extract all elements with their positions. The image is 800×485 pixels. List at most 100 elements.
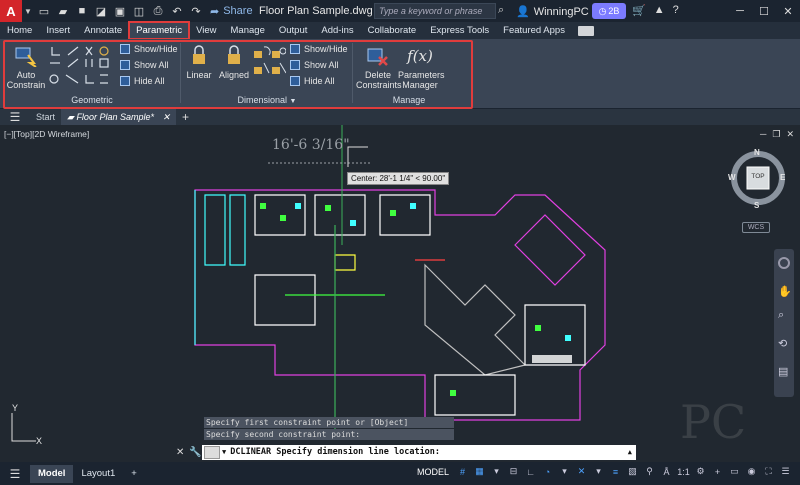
command-text: DCLINEAR Specify dimension line location… bbox=[230, 447, 441, 457]
fullscreen-icon[interactable]: ⛶ bbox=[762, 465, 775, 478]
showmotion-icon[interactable]: ▤ bbox=[778, 365, 788, 378]
tab-parametric[interactable]: Parametric bbox=[128, 21, 191, 40]
polar-icon[interactable]: ◔ bbox=[541, 465, 554, 478]
orbit-icon[interactable]: ⟲ bbox=[778, 337, 787, 350]
navigation-bar[interactable]: ✋ ⌕ ⟲ ▤ bbox=[774, 249, 794, 397]
tab-collaborate[interactable]: Collaborate bbox=[361, 22, 424, 39]
close-icon[interactable]: ✕ bbox=[163, 112, 171, 122]
snap-icon[interactable]: ▦ bbox=[473, 465, 486, 478]
wcs-menu[interactable]: WCS bbox=[742, 222, 770, 233]
command-input[interactable]: ▼ DCLINEAR Specify dimension line locati… bbox=[202, 445, 636, 460]
status-bar: ☰ Model Layout1 + MODEL # ▦ ▾ ⊟ ∟ ◔ ▾ ✕ … bbox=[0, 462, 800, 485]
model-space-button[interactable]: MODEL bbox=[414, 466, 452, 478]
customize-icon[interactable]: ☰ bbox=[779, 465, 792, 478]
close-icon[interactable]: ✕ bbox=[176, 447, 184, 458]
save-icon[interactable]: ■ bbox=[74, 3, 90, 19]
tab-featured-apps[interactable]: Featured Apps bbox=[496, 22, 572, 39]
document-title: Floor Plan Sample.dwg - bbox=[259, 5, 380, 17]
restore-icon[interactable]: ❐ bbox=[772, 129, 780, 140]
tab-insert[interactable]: Insert bbox=[39, 22, 77, 39]
annotation-scale-icon[interactable]: Å bbox=[660, 465, 673, 478]
search-input[interactable]: Type a keyword or phrase bbox=[374, 3, 496, 19]
tab-view[interactable]: View bbox=[189, 22, 223, 39]
pan-icon[interactable]: ✋ bbox=[778, 285, 792, 298]
tab-annotate[interactable]: Annotate bbox=[77, 22, 129, 39]
chevron-down-icon[interactable]: ▼ bbox=[24, 7, 32, 16]
grid-icon[interactable]: # bbox=[456, 465, 469, 478]
steering-wheel-icon[interactable] bbox=[778, 257, 790, 269]
tab-floor-plan[interactable]: ▰ Floor Plan Sample* ✕ bbox=[61, 109, 177, 125]
annotation-icon[interactable]: ⚲ bbox=[643, 465, 656, 478]
minimize-icon[interactable]: ─ bbox=[728, 0, 752, 22]
wrench-icon[interactable]: 🔧 bbox=[189, 447, 201, 458]
tab-model[interactable]: Model bbox=[30, 464, 74, 483]
maximize-icon[interactable]: ☐ bbox=[752, 0, 776, 22]
scale-label[interactable]: 1:1 bbox=[677, 465, 690, 478]
save-as-icon[interactable]: ◪ bbox=[93, 3, 109, 19]
watermark-logo: PC bbox=[680, 395, 747, 449]
ucs-y-label: Y bbox=[12, 403, 19, 413]
transparency-icon[interactable]: ▧ bbox=[626, 465, 639, 478]
plus-icon[interactable]: + bbox=[711, 465, 724, 478]
compass-n[interactable]: N bbox=[754, 148, 760, 157]
add-layout-button[interactable]: + bbox=[123, 465, 145, 483]
ortho-icon[interactable]: ∟ bbox=[524, 465, 537, 478]
open-folder-icon[interactable]: ▰ bbox=[55, 3, 71, 19]
chevron-down-icon[interactable]: ▾ bbox=[592, 465, 605, 478]
share-button[interactable]: ➦ Share bbox=[210, 5, 253, 18]
tab-express-tools[interactable]: Express Tools bbox=[423, 22, 496, 39]
compass-s[interactable]: S bbox=[754, 201, 759, 210]
redo-icon[interactable]: ↷ bbox=[188, 3, 204, 19]
subscription-badge[interactable]: ◷ 2B bbox=[592, 3, 626, 19]
compass-e[interactable]: E bbox=[780, 173, 785, 182]
menu-icon[interactable]: ☰ bbox=[0, 110, 30, 124]
close-icon[interactable]: ✕ bbox=[786, 129, 794, 140]
autodesk-icon[interactable]: ▲ bbox=[654, 4, 665, 17]
viewport-controls-label[interactable]: [−][Top][2D Wireframe] bbox=[4, 129, 89, 139]
open-web-icon[interactable]: ▣ bbox=[112, 3, 128, 19]
title-bar: A ▼ ▭ ▰ ■ ◪ ▣ ◫ ⎙ ↶ ↷ ➦ Share Floor Plan… bbox=[0, 0, 800, 22]
tab-output[interactable]: Output bbox=[272, 22, 315, 39]
tab-start[interactable]: Start bbox=[30, 109, 61, 125]
gear-icon[interactable]: ⚙ bbox=[694, 465, 707, 478]
save-web-icon[interactable]: ◫ bbox=[131, 3, 147, 19]
tab-home[interactable]: Home bbox=[0, 22, 39, 39]
undo-icon[interactable]: ↶ bbox=[169, 3, 185, 19]
print-icon[interactable]: ⎙ bbox=[150, 3, 166, 19]
help-icon[interactable]: ? bbox=[673, 4, 679, 17]
lineweight-icon[interactable]: ≡ bbox=[609, 465, 622, 478]
osnap-icon[interactable]: ✕ bbox=[575, 465, 588, 478]
minimize-icon[interactable]: ─ bbox=[760, 129, 766, 140]
command-history-line: Specify first constraint point or [Objec… bbox=[204, 417, 454, 438]
command-line-tools: ✕ 🔧 bbox=[176, 447, 202, 458]
user-account[interactable]: 👤 WinningPC ▼ bbox=[516, 5, 601, 19]
chevron-down-icon[interactable]: ▾ bbox=[490, 465, 503, 478]
compass-w[interactable]: W bbox=[728, 173, 736, 182]
new-tab-button[interactable]: + bbox=[176, 110, 195, 124]
user-icon: 👤 bbox=[516, 6, 530, 18]
ribbon-toggle-icon[interactable] bbox=[577, 25, 594, 36]
close-icon[interactable]: ✕ bbox=[776, 0, 800, 22]
layout-menu-icon[interactable]: ☰ bbox=[0, 467, 30, 481]
search-icon[interactable]: ⌕ bbox=[498, 4, 504, 17]
document-tabs: ☰ Start ▰ Floor Plan Sample* ✕ + bbox=[0, 109, 800, 125]
new-file-icon[interactable]: ▭ bbox=[36, 3, 52, 19]
tab-manage[interactable]: Manage bbox=[224, 22, 272, 39]
command-icon[interactable] bbox=[204, 446, 220, 459]
isolate-icon[interactable]: ◉ bbox=[745, 465, 758, 478]
status-tools: MODEL # ▦ ▾ ⊟ ∟ ◔ ▾ ✕ ▾ ≡ ▧ ⚲ Å 1:1 ⚙ + … bbox=[414, 465, 792, 478]
cart-icon[interactable]: 🛒 bbox=[632, 4, 646, 17]
dimension-value[interactable]: 16'-6 3/16" bbox=[272, 137, 350, 153]
zoom-icon[interactable]: ⌕ bbox=[778, 309, 784, 322]
chevron-down-icon[interactable]: ▼ bbox=[222, 445, 226, 460]
viewcube-top-face[interactable]: TOP bbox=[747, 173, 769, 180]
app-menu-button[interactable]: A bbox=[0, 0, 22, 22]
workspace-icon[interactable]: ▭ bbox=[728, 465, 741, 478]
drawing-canvas[interactable]: [−][Top][2D Wireframe] ─ ❐ ✕ 16'-6 3/16"… bbox=[0, 125, 800, 462]
user-name: WinningPC bbox=[533, 5, 589, 18]
chevron-down-icon[interactable]: ▾ bbox=[558, 465, 571, 478]
tab-add-ins[interactable]: Add-ins bbox=[314, 22, 360, 39]
chevron-up-icon[interactable]: ▲ bbox=[628, 445, 632, 460]
tab-layout1[interactable]: Layout1 bbox=[73, 465, 123, 483]
infer-constraints-icon[interactable]: ⊟ bbox=[507, 465, 520, 478]
